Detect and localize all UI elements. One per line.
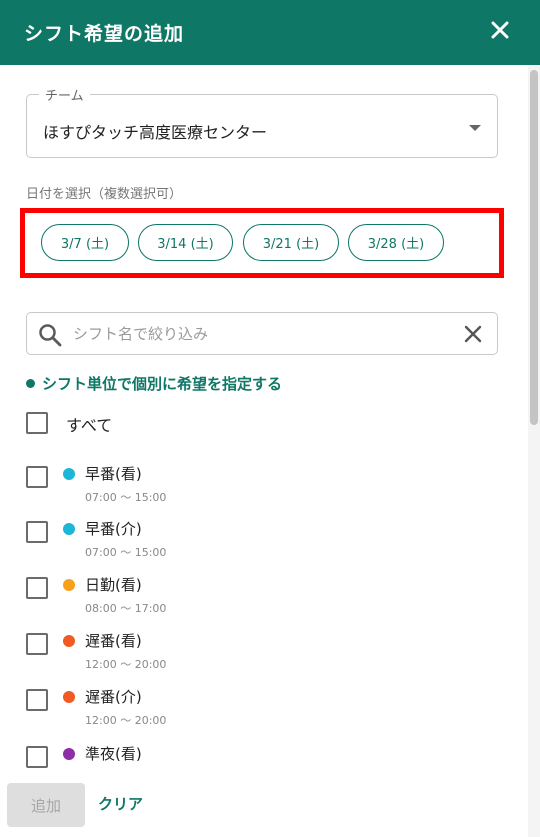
clear-button[interactable]: クリア: [98, 793, 143, 814]
team-select[interactable]: チーム ほすぴタッチ高度医療センター: [26, 85, 498, 158]
date-chip[interactable]: 3/14 (土): [138, 224, 233, 261]
chevron-down-icon[interactable]: [469, 125, 481, 131]
select-all-label: すべて: [66, 416, 113, 435]
shift-search: [26, 312, 498, 355]
date-chip[interactable]: 3/7 (土): [41, 224, 129, 261]
shift-time: 12:00 ～ 20:00: [85, 658, 167, 671]
per-shift-toggle[interactable]: シフト単位で個別に希望を指定する: [26, 373, 282, 394]
shift-color-dot: [63, 691, 75, 703]
shift-name: 遅番(看): [85, 632, 142, 650]
date-select-label: 日付を選択（複数選択可）: [26, 187, 183, 202]
dialog-title: シフト希望の追加: [24, 23, 185, 45]
shift-color-dot: [63, 523, 75, 535]
date-chip[interactable]: 3/28 (土): [348, 224, 444, 261]
shift-time: 07:00 ～ 15:00: [85, 491, 167, 504]
date-chip[interactable]: 3/21 (土): [243, 224, 339, 261]
shift-color-dot: [63, 635, 75, 647]
shift-checkbox[interactable]: [26, 633, 48, 655]
select-all-checkbox[interactable]: [26, 412, 48, 434]
close-icon[interactable]: [490, 20, 510, 40]
shift-time: 08:00 ～ 17:00: [85, 602, 167, 615]
shift-checkbox[interactable]: [26, 577, 48, 599]
close-button[interactable]: [484, 14, 516, 46]
shift-name: 準夜(看): [85, 745, 142, 763]
shift-checkbox[interactable]: [26, 466, 48, 488]
shift-time: 07:00 ～ 15:00: [85, 546, 167, 559]
shift-color-dot: [63, 748, 75, 760]
per-shift-label: シフト単位で個別に希望を指定する: [42, 375, 283, 393]
dialog-header: シフト希望の追加: [0, 0, 540, 65]
clear-search-icon[interactable]: [463, 324, 483, 344]
search-input[interactable]: [73, 321, 443, 347]
shift-color-dot: [63, 468, 75, 480]
team-label: チーム: [39, 85, 90, 104]
search-icon: [39, 324, 62, 347]
add-button[interactable]: 追加: [7, 783, 85, 827]
shift-color-dot: [63, 579, 75, 591]
shift-checkbox[interactable]: [26, 746, 48, 768]
team-value: ほすぴタッチ高度医療センター: [43, 123, 268, 142]
shift-name: 早番(介): [85, 520, 142, 538]
shift-checkbox[interactable]: [26, 521, 48, 543]
shift-name: 日勤(看): [85, 576, 142, 594]
bullet-icon: [26, 379, 35, 388]
shift-checkbox[interactable]: [26, 689, 48, 711]
shift-name: 遅番(介): [85, 688, 142, 706]
scrollbar-thumb[interactable]: [530, 70, 538, 425]
shift-name: 早番(看): [85, 465, 142, 483]
shift-time: 12:00 ～ 20:00: [85, 714, 167, 727]
